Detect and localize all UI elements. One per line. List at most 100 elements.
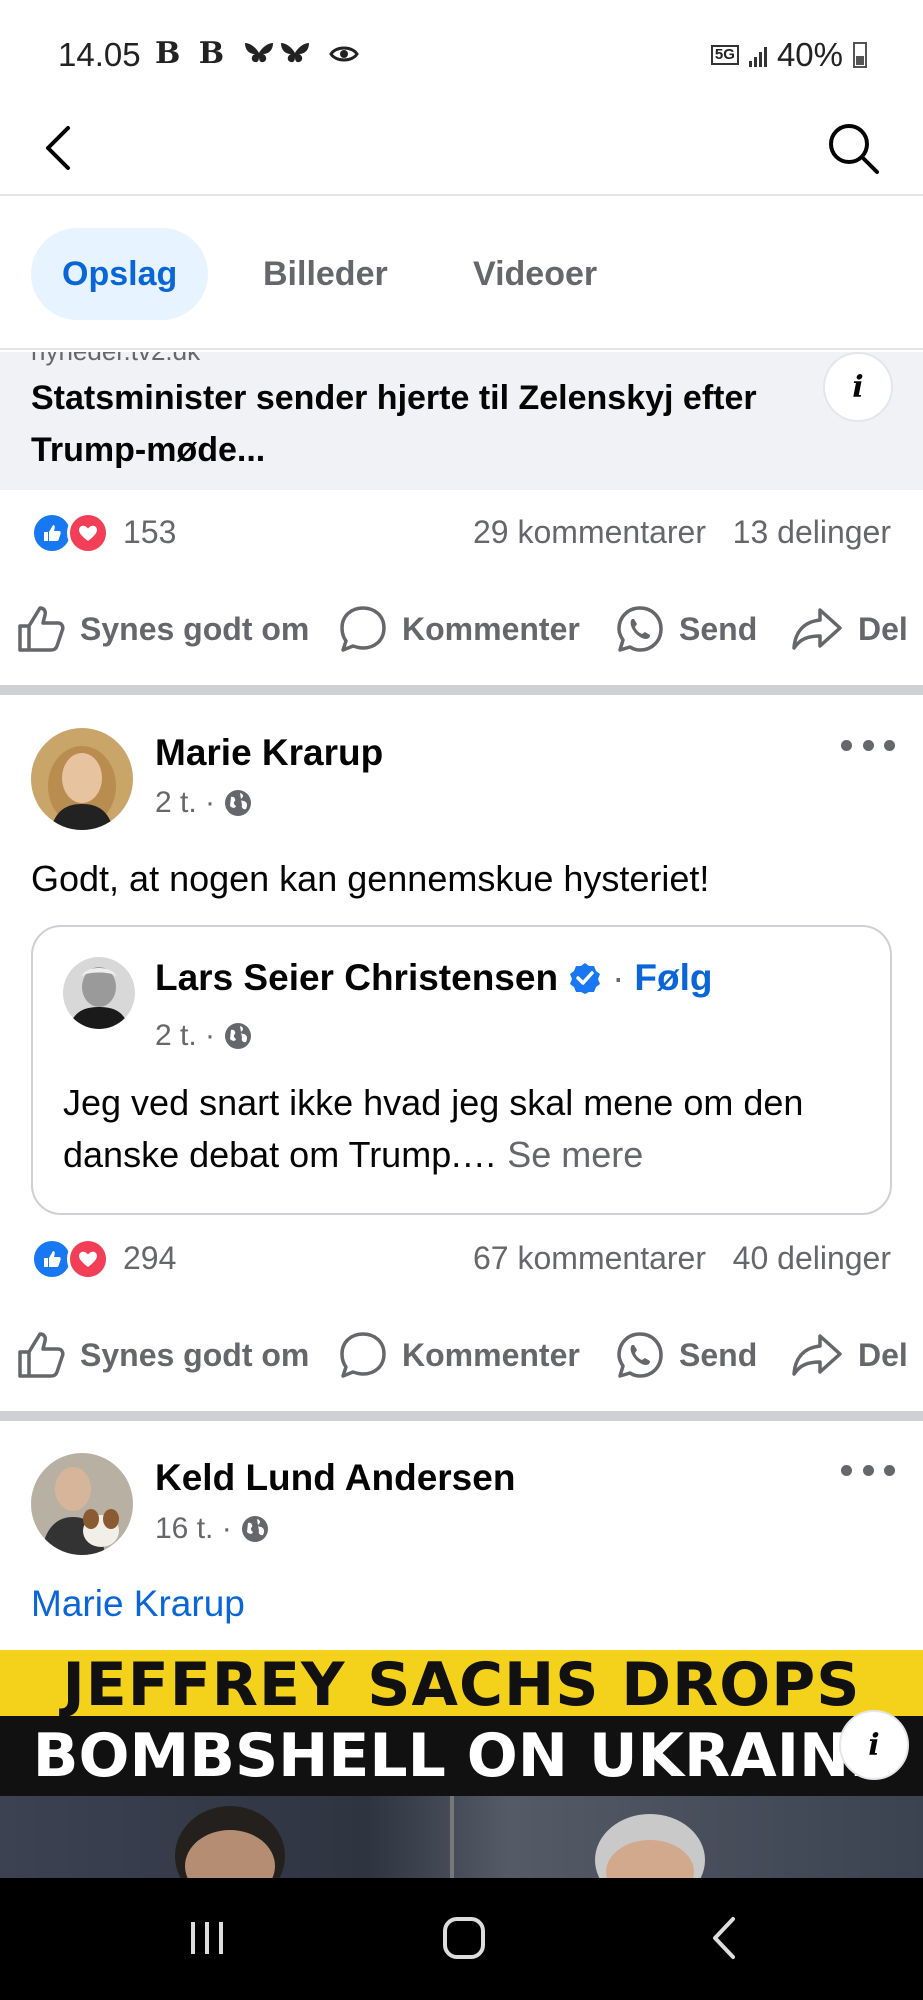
- share-arrow-icon: [792, 1334, 842, 1376]
- back-arrow-icon: [713, 1917, 735, 1959]
- battery-icon: [853, 42, 867, 68]
- butterfly-icon: [244, 43, 309, 63]
- mention-link[interactable]: Marie Krarup: [31, 1583, 245, 1625]
- recent-apps-button[interactable]: [172, 1908, 242, 1968]
- comment-bubble-icon: [340, 606, 386, 652]
- like-label: Synes godt om: [80, 1336, 310, 1373]
- notification-b-icons: B B: [155, 36, 229, 71]
- link-source: nyheder.tv2.dk: [31, 352, 200, 367]
- share-count[interactable]: 40 delinger: [733, 1240, 891, 1276]
- share-arrow-icon: [792, 608, 842, 650]
- share-count[interactable]: 13 delinger: [733, 514, 891, 550]
- whatsapp-icon: [617, 606, 663, 652]
- share-button[interactable]: Del: [790, 589, 908, 669]
- reaction-count[interactable]: 294: [123, 1240, 176, 1277]
- share-label: Del: [858, 1336, 908, 1373]
- post-divider: [0, 1411, 923, 1421]
- shared-author-row: Lars Seier Christensen · Følg: [155, 957, 712, 999]
- send-button[interactable]: Send: [615, 589, 757, 669]
- post-divider: [0, 685, 923, 695]
- globe-icon: [225, 1023, 252, 1049]
- recent-apps-icon: [191, 1922, 223, 1954]
- avatar[interactable]: [31, 1453, 133, 1555]
- comment-count[interactable]: 67 kommentarer: [473, 1240, 706, 1276]
- post1-action-bar: Synes godt om Kommenter Send Del: [0, 589, 923, 669]
- separator: ·: [612, 957, 625, 998]
- like-button[interactable]: Synes godt om: [16, 1315, 309, 1395]
- home-icon: [443, 1917, 485, 1959]
- love-reaction-icon: [67, 1238, 109, 1280]
- comment-label: Kommenter: [402, 610, 580, 647]
- video-thumbnail[interactable]: JEFFREY SACHS DROPS BOMBSHELL ON UKRAINE…: [0, 1650, 923, 1878]
- tab-opslag[interactable]: Opslag: [31, 228, 209, 320]
- verified-badge-icon: [570, 963, 601, 994]
- more-options-icon[interactable]: [841, 1455, 895, 1485]
- status-time: 14.05: [58, 36, 141, 73]
- whatsapp-icon: [617, 1332, 663, 1378]
- post-author[interactable]: Keld Lund Andersen: [155, 1457, 515, 1499]
- post-meta: 16 t. ·: [155, 1512, 270, 1546]
- post-author[interactable]: Marie Krarup: [155, 732, 383, 774]
- reaction-icons[interactable]: [31, 512, 113, 554]
- comment-count[interactable]: 29 kommentarer: [473, 514, 706, 550]
- follow-button[interactable]: Følg: [634, 957, 712, 999]
- chevron-left-icon: [46, 126, 70, 170]
- tab-videoer[interactable]: Videoer: [473, 228, 597, 320]
- shared-author[interactable]: Lars Seier Christensen: [155, 957, 558, 999]
- shared-meta: 2 t. ·: [155, 1019, 253, 1053]
- post-meta: 2 t. ·: [155, 786, 253, 820]
- comment-button[interactable]: Kommenter: [338, 589, 580, 669]
- network-5g-icon: 5G: [710, 45, 739, 65]
- comment-button[interactable]: Kommenter: [338, 1315, 580, 1395]
- reaction-count[interactable]: 153: [123, 514, 176, 551]
- content-tabs: Opslag Billeder Videoer: [0, 198, 923, 350]
- see-more-link[interactable]: Se mere: [507, 1134, 643, 1175]
- comment-label: Kommenter: [402, 1336, 580, 1373]
- home-button[interactable]: [429, 1908, 499, 1968]
- link-title: Statsminister sender hjerte til Zelensky…: [31, 379, 757, 469]
- back-nav-button[interactable]: [690, 1908, 760, 1968]
- thumbs-up-icon: [18, 606, 65, 652]
- like-button[interactable]: Synes godt om: [16, 589, 309, 669]
- post2-reactions-row: 294 67 kommentarer 40 delinger: [0, 1228, 923, 1288]
- avatar[interactable]: [63, 957, 135, 1029]
- reaction-icons[interactable]: [31, 1238, 113, 1280]
- comments-shares-summary[interactable]: 67 kommentarer 40 delinger: [473, 1240, 891, 1277]
- comments-shares-summary[interactable]: 29 kommentarer 13 delinger: [473, 514, 891, 551]
- post2-action-bar: Synes godt om Kommenter Send Del: [0, 1315, 923, 1395]
- notification-icons: B B: [155, 36, 359, 71]
- thumbnail-headline-2: BOMBSHELL ON UKRAINE: [32, 1721, 891, 1791]
- thumbnail-headline-1: JEFFREY SACHS DROPS: [62, 1650, 861, 1720]
- send-button[interactable]: Send: [615, 1315, 757, 1395]
- app-header: [0, 108, 923, 196]
- shared-post-card[interactable]: Lars Seier Christensen · Følg 2 t. · Jeg…: [31, 925, 892, 1215]
- avatar[interactable]: [31, 728, 133, 830]
- thumbnail-photo: [0, 1796, 923, 1878]
- shared-text-block: Jeg ved snart ikke hvad jeg skal mene om…: [63, 1077, 863, 1181]
- tab-billeder[interactable]: Billeder: [263, 228, 388, 320]
- more-options-icon[interactable]: [841, 730, 895, 760]
- search-icon: [829, 124, 879, 174]
- globe-icon: [241, 1516, 268, 1542]
- shared-time: 2 t. ·: [155, 1019, 216, 1052]
- send-label: Send: [679, 610, 758, 647]
- thumbs-up-icon: [18, 1332, 65, 1378]
- search-button[interactable]: [823, 118, 883, 178]
- send-label: Send: [679, 1336, 758, 1373]
- love-reaction-icon: [67, 512, 109, 554]
- eye-icon: [329, 46, 359, 62]
- share-button[interactable]: Del: [790, 1315, 908, 1395]
- back-button[interactable]: [40, 118, 80, 178]
- info-icon[interactable]: i: [839, 1710, 909, 1780]
- info-icon[interactable]: i: [823, 352, 893, 422]
- status-right: 5G 40%: [710, 36, 867, 74]
- post1-reactions-row: 153 29 kommentarer 13 delinger: [0, 502, 923, 562]
- post-time: 2 t. ·: [155, 786, 216, 819]
- system-nav-bar: [0, 1878, 923, 2000]
- post-time: 16 t. ·: [155, 1512, 232, 1545]
- comment-bubble-icon: [340, 1332, 386, 1378]
- status-bar: 14.05 B B 5G 40%: [0, 0, 923, 108]
- battery-percent: 40%: [776, 36, 843, 73]
- link-preview-card[interactable]: nyheder.tv2.dk Statsminister sender hjer…: [0, 352, 923, 490]
- signal-icon: [748, 43, 767, 67]
